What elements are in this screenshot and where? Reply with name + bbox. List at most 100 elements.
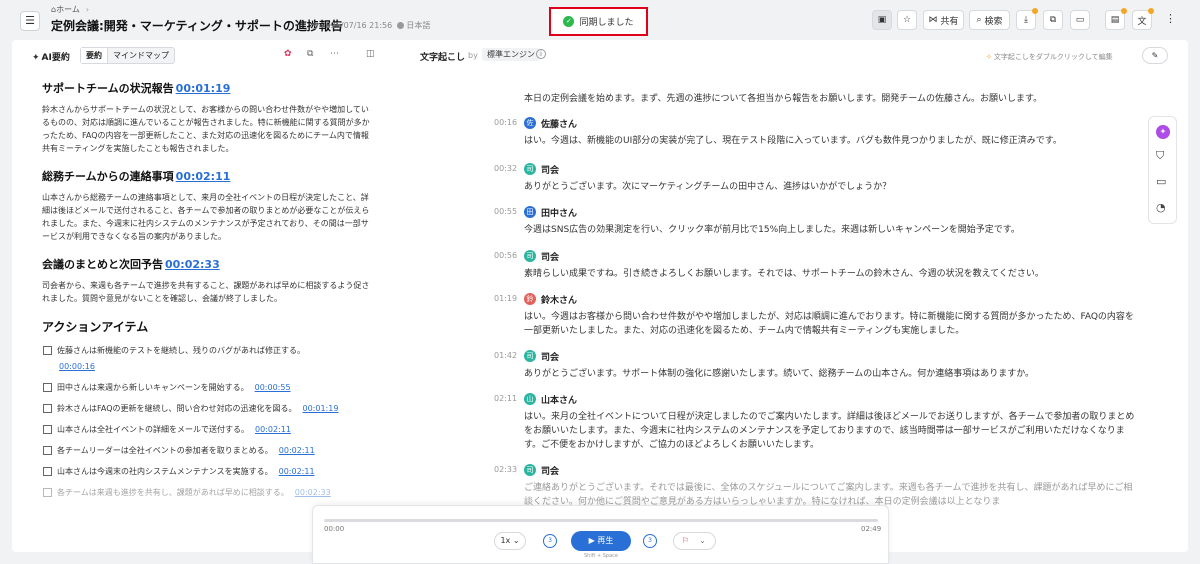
comment-icon[interactable]: ▭ (1156, 175, 1166, 188)
action-text: 山本さんは今週末の社内システムメンテナンスを実施する。 (57, 467, 273, 476)
action-text: 鈴木さんはFAQの更新を継続し、問い合わせ対応の迅速化を図る。 (57, 404, 297, 413)
rewind-button[interactable]: 3 (543, 534, 557, 548)
chevron-right-icon: › (85, 5, 90, 14)
folder-button[interactable]: ▭ (1070, 10, 1090, 30)
utterance-time[interactable]: 01:19 (494, 294, 517, 303)
task-checkbox[interactable] (43, 488, 52, 497)
export-icon: ⧉ (1049, 15, 1057, 25)
info-icon[interactable]: i (536, 49, 546, 59)
ai-assistant-icon[interactable]: ✦ (1156, 125, 1170, 139)
task-checkbox[interactable] (43, 446, 52, 455)
task-checkbox[interactable] (43, 404, 52, 413)
save-button[interactable]: ▤ (1105, 8, 1127, 30)
speaker-name[interactable]: 司会 (541, 163, 559, 176)
save-icon: ▤ (1110, 15, 1120, 25)
color-palette-icon[interactable]: ✿ (284, 49, 292, 59)
section-heading: 総務チームからの連絡事項 00:02:11 (42, 168, 374, 184)
task-checkbox[interactable] (43, 346, 52, 355)
breadcrumb-home[interactable]: ホーム (56, 5, 80, 14)
speaker-name[interactable]: 司会 (541, 250, 559, 263)
timestamp-link[interactable]: 00:02:33 (295, 488, 331, 497)
speaker-name[interactable]: 司会 (541, 350, 559, 363)
task-checkbox[interactable] (43, 467, 52, 476)
section-heading: 会議のまとめと次回予告 00:02:33 (42, 256, 374, 272)
speaker-name[interactable]: 山本さん (541, 393, 577, 406)
timestamp-link[interactable]: 00:02:11 (279, 446, 315, 455)
progress-bar[interactable] (324, 519, 878, 522)
speaker-name[interactable]: 田中さん (541, 206, 577, 219)
utterance-text[interactable]: はい。今週は、新機能のUI部分の実装が完了し、現在テスト段階に入っています。バグ… (524, 134, 1136, 148)
edit-button[interactable]: ✎ (1142, 47, 1168, 64)
action-text: 田中さんは来週から新しいキャンペーンを開始する。 (57, 383, 249, 392)
translate-button[interactable]: 文 (1132, 8, 1154, 30)
copy-icon[interactable]: ⧉ (307, 49, 313, 59)
timestamp-link[interactable]: 00:02:11 (176, 170, 231, 183)
breadcrumb[interactable]: ⌂ホーム › (51, 4, 89, 15)
play-label: 再生 (597, 536, 614, 545)
play-shortcut-hint: Shift + Space (584, 553, 618, 559)
search-label: 検索 (984, 16, 1003, 27)
pie-chart-icon[interactable]: ◔ (1156, 201, 1166, 214)
more-icon[interactable]: ⋮ (1165, 12, 1176, 25)
layout-toggle-button[interactable]: ▣ (872, 10, 892, 30)
bookmark-add-icon[interactable]: ⛉ (1156, 149, 1164, 163)
speaker-name[interactable]: 司会 (541, 464, 559, 477)
layout-icon: ▣ (877, 15, 887, 25)
timestamp-link[interactable]: 00:01:19 (176, 82, 231, 95)
utterance-text[interactable]: 本日の定例会議を始めます。まず、先週の進捗について各担当から報告をお願いします。… (524, 92, 1136, 106)
speaker-name[interactable]: 鈴木さん (541, 293, 577, 306)
summary-toolbar: ✦ AI要約 要約 マインドマップ ✿ ⧉ ⋯ ◫ (12, 40, 390, 72)
action-items-heading: アクションアイテム (42, 320, 149, 334)
section-title: サポートチームの状況報告 (42, 82, 174, 95)
timestamp-link[interactable]: 00:00:16 (59, 361, 374, 373)
timestamp-link[interactable]: 00:02:33 (165, 258, 220, 271)
menu-icon[interactable]: ☰ (20, 11, 40, 31)
timestamp-link[interactable]: 00:02:11 (255, 425, 291, 434)
utterance-time[interactable]: 00:55 (494, 207, 517, 216)
timestamp-link[interactable]: 00:00:55 (255, 383, 291, 392)
utterance-text[interactable]: 素晴らしい成果ですね。引き続きよろしくお願いします。それでは、サポートチームの鈴… (524, 267, 1136, 281)
page-title[interactable]: 定例会議:開発・マーケティング・サポートの進捗報告 (51, 17, 343, 34)
section-title: 総務チームからの連絡事項 (42, 170, 174, 183)
engine-select[interactable]: 標準エンジン (482, 48, 540, 61)
tab-summary[interactable]: 要約 (81, 48, 108, 63)
check-icon: ✓ (563, 16, 575, 27)
utterance-text[interactable]: はい。来月の全社イベントについて日程が決定しましたのでご案内いたします。詳細は後… (524, 410, 1136, 452)
task-checkbox[interactable] (43, 383, 52, 392)
play-button[interactable]: ▶ 再生 (571, 531, 631, 551)
share-icon: ⋈ (928, 15, 938, 25)
collapse-panel-icon[interactable]: ◫ (366, 49, 375, 59)
utterance-time[interactable]: 00:32 (494, 164, 517, 173)
forward-button[interactable]: 3 (643, 534, 657, 548)
folder-icon: ▭ (1075, 15, 1085, 25)
utterance-text[interactable]: ありがとうございます。サポート体制の強化に感謝いたします。続いて、総務チームの山… (524, 367, 1136, 381)
more-horizontal-icon[interactable]: ⋯ (330, 49, 339, 59)
utterance-time[interactable]: 02:33 (494, 465, 517, 474)
export-button[interactable]: ⧉ (1043, 10, 1063, 30)
timestamp-link[interactable]: 00:01:19 (303, 404, 339, 413)
speed-value: 1x (500, 536, 511, 545)
search-button[interactable]: ⌕ 検索 (969, 10, 1010, 30)
speaker-name[interactable]: 佐藤さん (541, 117, 577, 130)
utterance-text[interactable]: ありがとうございます。次にマーケティングチームの田中さん、進捗はいかがでしょうか… (524, 180, 1136, 194)
timestamp-link[interactable]: 00:02:11 (279, 467, 315, 476)
download-button[interactable]: ⤓ (1016, 8, 1038, 30)
favorite-button[interactable]: ☆ (897, 10, 917, 30)
utterance-time[interactable]: 02:11 (494, 394, 517, 403)
utterance-text[interactable]: 今週はSNS広告の効果測定を行い、クリック率が前月比で15%向上しました。来週は… (524, 223, 1136, 237)
speed-select[interactable]: 1x ⌄ (494, 532, 526, 550)
action-item: 佐藤さんは新機能のテストを継続し、残りのバグがあれば修正する。 00:00:16 (42, 345, 374, 373)
view-switch[interactable]: 要約 マインドマップ (80, 47, 175, 64)
utterance-time[interactable]: 01:42 (494, 351, 517, 360)
meta-info: ◷ 2025/07/16 21:56 日本語 (311, 20, 430, 31)
tab-mindmap[interactable]: マインドマップ (108, 48, 174, 63)
utterance-text[interactable]: はい。今週はお客様から問い合わせ件数がやや増加しましたが、対応は順調に進んでおり… (524, 310, 1136, 338)
edit-hint-text: 文字起こしをダブルクリックして編集 (993, 53, 1113, 61)
side-toolbar: ✦ ⛉ ▭ ◔ (1148, 116, 1177, 224)
utterance-time[interactable]: 00:56 (494, 251, 517, 260)
forward-seconds: 3 (648, 537, 652, 544)
utterance-time[interactable]: 00:16 (494, 118, 517, 127)
bookmark-button[interactable]: ⚐ ⌄ (673, 532, 716, 550)
share-button[interactable]: ⋈ 共有 (923, 10, 964, 30)
task-checkbox[interactable] (43, 425, 52, 434)
